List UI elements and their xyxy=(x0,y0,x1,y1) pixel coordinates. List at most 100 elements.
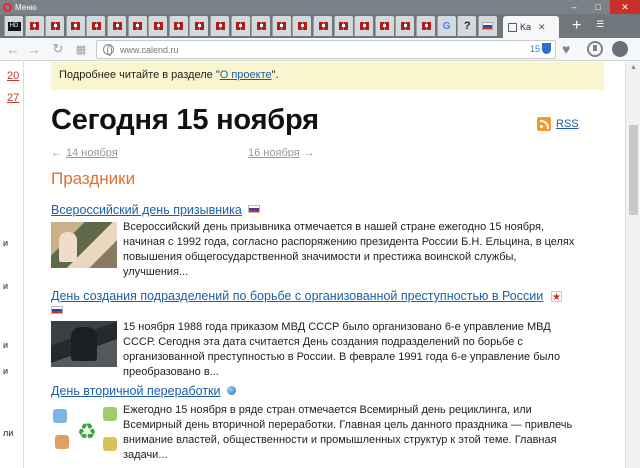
adblock-badge[interactable]: 15 xyxy=(530,43,551,54)
hd-icon: HD xyxy=(7,21,21,31)
flag-icon xyxy=(215,22,225,30)
flag-icon xyxy=(133,22,143,30)
globe-icon xyxy=(226,386,236,395)
page-title: Сегодня 15 ноября xyxy=(51,104,319,136)
pinned-tab[interactable] xyxy=(210,16,229,36)
shield-icon xyxy=(542,43,551,54)
flag-icon xyxy=(297,22,307,30)
page-viewport: 20 27 и и и и ли Подробнее читайте в раз… xyxy=(0,62,640,468)
vertical-scrollbar[interactable]: ▲ xyxy=(625,62,640,468)
pinned-tab[interactable] xyxy=(374,16,394,36)
scroll-up-icon[interactable]: ▲ xyxy=(630,64,637,71)
rss-link[interactable]: RSS xyxy=(537,117,579,131)
about-project-link[interactable]: О проекте xyxy=(220,69,272,81)
holiday-title-link[interactable]: Всероссийский день призывника xyxy=(51,203,260,217)
next-day-link[interactable]: 16 ноября → xyxy=(248,147,315,159)
google-icon: G xyxy=(442,20,451,32)
active-tab[interactable]: Ka ✕ xyxy=(503,16,559,38)
menu-label: Меню xyxy=(15,2,37,12)
flag-icon xyxy=(400,22,410,30)
notice-tail: ". xyxy=(271,69,279,81)
rss-label: RSS xyxy=(556,118,579,130)
adblock-count: 15 xyxy=(529,43,540,54)
russia-flag-icon xyxy=(482,22,494,30)
pinned-tab[interactable] xyxy=(333,16,353,36)
extension-icon[interactable] xyxy=(612,41,628,57)
new-tab-button[interactable]: + xyxy=(572,17,581,35)
holiday-title-link[interactable]: День создания подразделений по борьбе с … xyxy=(51,289,543,303)
pinned-tab[interactable] xyxy=(86,16,106,36)
flag-icon xyxy=(318,22,328,30)
pinned-tab[interactable] xyxy=(230,16,250,36)
pinned-tab[interactable] xyxy=(107,16,126,36)
reload-icon[interactable]: ↻ xyxy=(50,41,66,57)
minimize-button[interactable]: – xyxy=(562,0,586,14)
pinned-tab[interactable] xyxy=(168,16,188,36)
page-icon xyxy=(508,22,517,32)
pinned-tab[interactable]: G xyxy=(436,16,456,36)
flag-icon xyxy=(359,22,369,30)
flag-icon xyxy=(30,22,40,30)
pinned-tab[interactable] xyxy=(189,16,209,36)
browser-menu-button[interactable]: Меню xyxy=(0,0,48,14)
active-tab-label: Ka xyxy=(520,22,532,32)
russia-flag-icon xyxy=(51,306,63,314)
close-tab-icon[interactable]: ✕ xyxy=(538,22,546,33)
next-day-label: 16 ноября xyxy=(248,147,300,159)
pinned-tab[interactable] xyxy=(354,16,374,36)
sidebar-text-fragment: и xyxy=(3,340,9,350)
holiday-description: Всероссийский день призывника отмечается… xyxy=(123,221,575,278)
flag-icon xyxy=(50,22,60,30)
speed-dial-icon[interactable]: ▦ xyxy=(73,41,89,57)
holiday-title: День вторичной переработки xyxy=(51,384,221,398)
tab-menu-icon[interactable]: ☰ xyxy=(596,19,604,30)
heart-icon[interactable]: ♥ xyxy=(562,42,570,56)
holiday-image[interactable] xyxy=(51,222,117,268)
flag-icon xyxy=(174,22,184,30)
calendar-sidebar: 20 27 и и и и ли xyxy=(0,62,24,468)
pinned-tab[interactable] xyxy=(148,16,168,36)
holiday-title-link[interactable]: День вторичной переработки xyxy=(51,384,236,398)
pinned-tab[interactable] xyxy=(416,16,435,36)
downloads-icon[interactable] xyxy=(587,41,603,57)
close-window-button[interactable]: ✕ xyxy=(610,0,640,14)
back-arrow-icon[interactable]: ← xyxy=(5,41,21,57)
pinned-tab[interactable] xyxy=(271,16,291,36)
title-bar: Меню – □ ✕ xyxy=(0,0,640,14)
pinned-tab[interactable] xyxy=(313,16,332,36)
holiday-image[interactable] xyxy=(51,321,117,367)
forward-arrow-icon[interactable]: → xyxy=(26,41,42,57)
window-controls: – □ ✕ xyxy=(562,0,640,14)
holiday-title: Всероссийский день призывника xyxy=(51,203,242,217)
pinned-tab[interactable] xyxy=(127,16,147,36)
site-info-icon[interactable] xyxy=(103,44,114,56)
tab-bar: HD G? Ka ✕ + ☰ xyxy=(0,14,640,38)
section-title: Праздники xyxy=(51,169,136,188)
pinned-tab[interactable] xyxy=(45,16,65,36)
url-field[interactable]: www.calend.ru 15 xyxy=(96,40,556,59)
info-notice: Подробнее читайте в разделе "О проекте". xyxy=(51,62,604,90)
maximize-button[interactable]: □ xyxy=(586,0,610,14)
pinned-tab[interactable] xyxy=(65,16,85,36)
pinned-tab[interactable] xyxy=(395,16,415,36)
holiday-image[interactable]: ♻ xyxy=(51,405,121,455)
opera-logo-icon xyxy=(3,2,12,12)
russia-flag-icon xyxy=(247,205,260,213)
pinned-tab[interactable] xyxy=(292,16,312,36)
flag-icon xyxy=(112,22,122,30)
pinned-tab[interactable]: ? xyxy=(457,16,477,36)
day-link[interactable]: 20 xyxy=(7,70,19,82)
day-link[interactable]: 27 xyxy=(7,92,19,104)
pinned-tab[interactable] xyxy=(24,16,44,36)
question-icon: ? xyxy=(463,20,471,32)
right-arrow-icon: → xyxy=(303,147,315,159)
pinned-tab[interactable] xyxy=(251,16,271,36)
prev-day-link[interactable]: ← 14 ноября xyxy=(51,147,118,159)
url-text: www.calend.ru xyxy=(120,44,179,55)
pinned-tab[interactable]: HD xyxy=(4,16,23,36)
scroll-thumb[interactable] xyxy=(629,125,638,215)
flag-icon xyxy=(153,22,163,30)
holiday-title: День создания подразделений по борьбе с … xyxy=(51,289,544,303)
pinned-tab[interactable] xyxy=(477,16,497,36)
star-icon: ★ xyxy=(551,291,562,303)
